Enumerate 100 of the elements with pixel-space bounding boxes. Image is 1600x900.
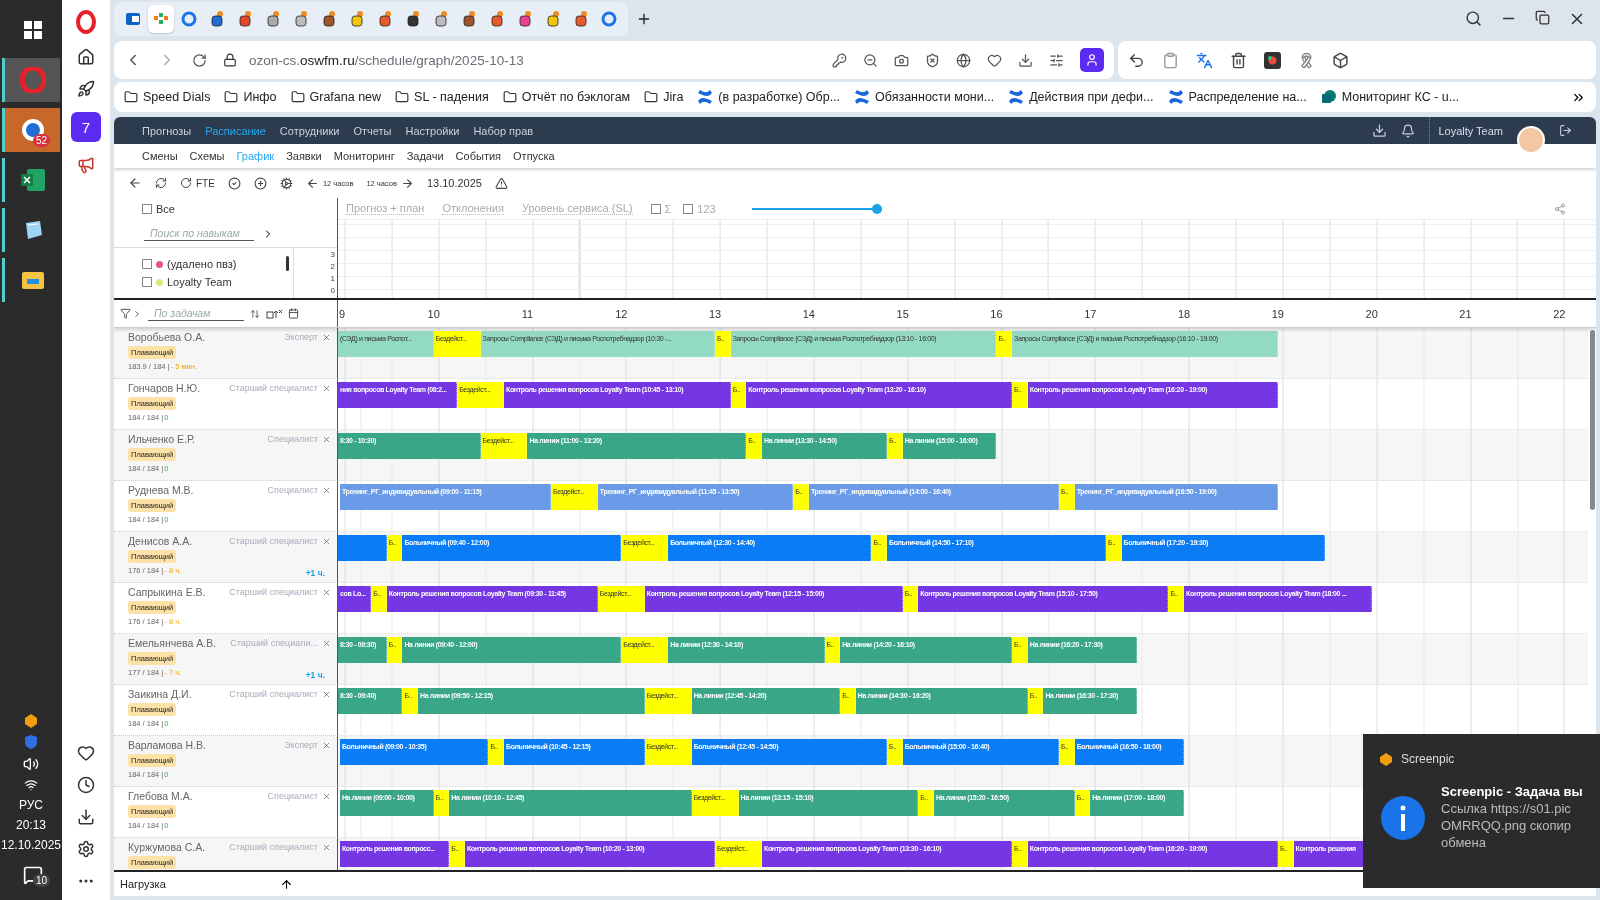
remove-icon[interactable] bbox=[322, 383, 331, 393]
scrollbar-thumb[interactable] bbox=[286, 256, 289, 271]
back-arrow-icon[interactable] bbox=[305, 176, 319, 190]
heart-icon[interactable] bbox=[987, 52, 1002, 68]
extension-icon[interactable] bbox=[1264, 51, 1281, 69]
file-explorer-icon[interactable] bbox=[21, 270, 44, 290]
undo-icon[interactable] bbox=[1128, 51, 1145, 69]
submenu-item[interactable]: Смены bbox=[142, 150, 178, 162]
submenu-item[interactable]: Схемы bbox=[189, 150, 225, 162]
shield-icon[interactable] bbox=[925, 52, 940, 68]
tray-app-icon[interactable] bbox=[23, 712, 39, 728]
remove-icon[interactable] bbox=[322, 536, 331, 546]
bookmark[interactable]: Распределение на... bbox=[1167, 89, 1307, 105]
search-icon[interactable] bbox=[1465, 10, 1482, 27]
spreadsheet-app-icon[interactable] bbox=[20, 169, 45, 191]
skill-checkbox[interactable]: (удалено пвз) bbox=[142, 258, 293, 270]
download-icon[interactable] bbox=[77, 808, 95, 826]
bookmark[interactable]: Jira bbox=[644, 90, 684, 104]
expand-arrow-icon[interactable] bbox=[280, 877, 293, 891]
menu-item[interactable]: Сотрудники bbox=[279, 124, 340, 137]
sort-icon[interactable] bbox=[250, 308, 260, 319]
bookmark[interactable]: Действия при дефи... bbox=[1008, 89, 1154, 105]
bookmark[interactable]: Обязанности мони... bbox=[854, 89, 995, 105]
skill-checkbox[interactable]: Loyalty Team bbox=[142, 276, 293, 288]
remove-icon[interactable] bbox=[322, 842, 331, 852]
bookmark[interactable]: Grafana new bbox=[290, 90, 382, 104]
bookmark[interactable]: Отчёт по бэклогам bbox=[502, 90, 631, 104]
home-icon[interactable] bbox=[77, 48, 95, 66]
remove-icon[interactable] bbox=[322, 332, 331, 342]
translate-icon[interactable] bbox=[1196, 51, 1213, 69]
menu-item[interactable]: Отчеты bbox=[353, 124, 392, 137]
clipboard-icon[interactable] bbox=[1162, 51, 1179, 69]
zoom-out-icon[interactable] bbox=[863, 52, 878, 68]
share-icon[interactable] bbox=[1554, 202, 1566, 215]
task-search-field[interactable]: По задачам bbox=[148, 306, 244, 321]
submenu-item[interactable]: События bbox=[455, 150, 502, 162]
ribbon-icon[interactable] bbox=[1298, 51, 1315, 69]
clock-date[interactable]: 12.10.2025 bbox=[0, 838, 62, 852]
sort-by-date-icon[interactable] bbox=[266, 308, 282, 319]
scrollbar-thumb[interactable] bbox=[1589, 330, 1595, 510]
submenu-item[interactable]: Мониторинг bbox=[333, 150, 395, 162]
globe-icon[interactable] bbox=[956, 52, 971, 68]
download-icon[interactable] bbox=[1018, 52, 1033, 68]
fte-button[interactable]: FTE bbox=[196, 177, 215, 189]
warning-icon[interactable] bbox=[494, 176, 508, 190]
bookmark[interactable]: Инфо bbox=[224, 90, 277, 104]
box-icon[interactable] bbox=[1332, 51, 1349, 69]
check-circle-icon[interactable] bbox=[227, 176, 241, 190]
megaphone-icon[interactable] bbox=[77, 156, 95, 174]
calendar-icon[interactable] bbox=[288, 308, 299, 319]
bookmark[interactable]: Speed Dials bbox=[124, 90, 211, 104]
profile-button[interactable] bbox=[1080, 48, 1104, 72]
key-icon[interactable] bbox=[832, 52, 847, 68]
rocket-icon[interactable] bbox=[77, 80, 95, 98]
redo-icon[interactable] bbox=[180, 177, 192, 189]
reload-icon[interactable] bbox=[192, 52, 207, 68]
remove-icon[interactable] bbox=[322, 485, 331, 495]
remove-icon[interactable] bbox=[322, 638, 331, 648]
add-circle-icon[interactable] bbox=[253, 176, 267, 190]
menu-item[interactable]: Настройки bbox=[405, 124, 460, 137]
calendar-app-button[interactable]: 7 bbox=[71, 112, 101, 142]
all-checkbox[interactable]: Все bbox=[114, 198, 337, 220]
volume-icon[interactable] bbox=[23, 756, 39, 772]
history-icon[interactable] bbox=[77, 776, 95, 794]
refresh-icon[interactable] bbox=[155, 177, 167, 189]
wifi-icon[interactable] bbox=[24, 778, 38, 792]
logout-icon[interactable] bbox=[1559, 124, 1572, 137]
remove-icon[interactable] bbox=[322, 740, 331, 750]
remove-icon[interactable] bbox=[322, 587, 331, 597]
remove-icon[interactable] bbox=[322, 689, 331, 699]
heart-icon[interactable] bbox=[77, 744, 95, 762]
date-label[interactable]: 13.10.2025 bbox=[426, 177, 482, 189]
camera-icon[interactable] bbox=[894, 52, 909, 68]
gear-icon[interactable] bbox=[279, 176, 293, 190]
chevron-icon[interactable] bbox=[132, 308, 142, 319]
bell-icon[interactable] bbox=[1401, 123, 1416, 138]
submenu-item[interactable]: Отпуска bbox=[513, 150, 555, 162]
settings-icon[interactable] bbox=[77, 840, 95, 858]
trash-icon[interactable] bbox=[1230, 51, 1247, 69]
shield-icon[interactable] bbox=[24, 734, 38, 750]
avatar[interactable] bbox=[1517, 125, 1545, 154]
settings-sliders-icon[interactable] bbox=[1049, 52, 1064, 68]
menu-item[interactable]: Набор прав bbox=[473, 124, 534, 137]
menu-item[interactable]: Прогнозы bbox=[142, 124, 192, 137]
menu-item[interactable]: Расписание bbox=[205, 124, 266, 137]
bookmark[interactable]: (в разработке) Обр... bbox=[697, 89, 841, 105]
language-indicator[interactable]: РУС bbox=[19, 798, 43, 812]
windows-start-icon[interactable] bbox=[23, 21, 42, 39]
url-text[interactable]: ozon-cs.oswfm.ru/schedule/graph/2025-10-13 bbox=[249, 52, 524, 68]
remove-icon[interactable] bbox=[322, 791, 331, 801]
clock-time[interactable]: 20:13 bbox=[16, 818, 46, 832]
slider-thumb[interactable] bbox=[871, 203, 882, 214]
submenu-item[interactable]: Задачи bbox=[406, 150, 444, 162]
bookmark[interactable]: SL - падения bbox=[395, 90, 489, 104]
new-tab-icon[interactable] bbox=[636, 11, 652, 27]
remove-icon[interactable] bbox=[322, 434, 331, 444]
filter-icon[interactable] bbox=[120, 308, 131, 319]
download-icon[interactable] bbox=[1372, 123, 1388, 138]
forward-arrow-icon[interactable] bbox=[400, 176, 414, 190]
skill-search-field[interactable]: Поиск по навыкам bbox=[144, 226, 254, 241]
